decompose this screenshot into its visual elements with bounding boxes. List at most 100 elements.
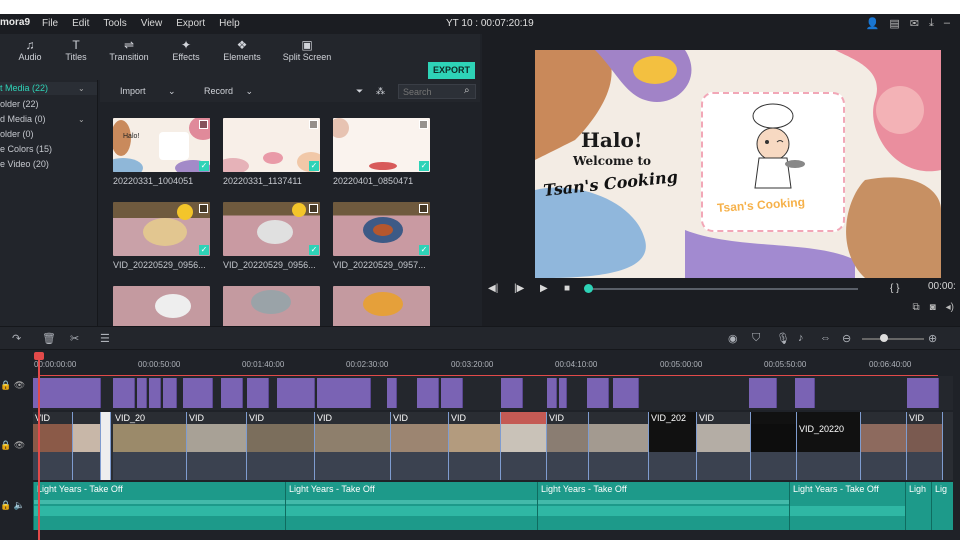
video-clip[interactable] bbox=[861, 412, 907, 480]
media-item[interactable]: ✓ bbox=[113, 202, 210, 256]
lock-icon[interactable]: 🔒 bbox=[0, 380, 11, 390]
video-clip[interactable]: VID bbox=[315, 412, 391, 480]
video-clip[interactable]: VID bbox=[449, 412, 501, 480]
cut-icon[interactable]: ✂ bbox=[70, 332, 79, 345]
effect-clip[interactable] bbox=[417, 378, 439, 408]
menu-view[interactable]: View bbox=[141, 18, 163, 29]
effect-clip[interactable] bbox=[547, 378, 557, 408]
display-settings-icon[interactable]: ⧉ bbox=[912, 302, 919, 313]
preview-scrubber[interactable] bbox=[588, 288, 858, 290]
export-button[interactable]: EXPORT bbox=[428, 62, 475, 79]
effect-clip[interactable] bbox=[221, 378, 243, 408]
chevron-down-icon[interactable]: ⌄ bbox=[78, 82, 85, 95]
effect-clip[interactable] bbox=[559, 378, 567, 408]
lock-icon[interactable]: 🔒 bbox=[0, 440, 11, 450]
audio-clip[interactable]: Ligh bbox=[905, 482, 931, 530]
effect-clip[interactable] bbox=[749, 378, 777, 408]
sidebar-item-sample-video[interactable]: e Video (20) bbox=[0, 158, 49, 171]
download-icon[interactable]: ⤓ bbox=[929, 17, 934, 30]
video-clip[interactable]: VID bbox=[697, 412, 751, 480]
tool-elements[interactable]: ❖ Elements bbox=[222, 38, 262, 62]
effect-clip[interactable] bbox=[277, 378, 315, 408]
eye-icon[interactable]: 👁 bbox=[14, 440, 25, 450]
mark-in-out-icon[interactable]: { } bbox=[890, 283, 899, 294]
effect-clip[interactable] bbox=[795, 378, 815, 408]
redo-icon[interactable]: ↷ bbox=[12, 332, 21, 345]
media-item[interactable] bbox=[333, 286, 430, 326]
video-clip[interactable] bbox=[73, 412, 101, 480]
video-clip[interactable]: VID bbox=[907, 412, 943, 480]
zoom-slider[interactable] bbox=[862, 338, 924, 340]
stop-icon[interactable]: ■ bbox=[564, 283, 570, 294]
snapshot-icon[interactable]: ◙ bbox=[930, 302, 936, 313]
effect-clip[interactable] bbox=[137, 378, 147, 408]
media-item[interactable] bbox=[223, 286, 320, 326]
search-icon[interactable]: ⌕ bbox=[464, 85, 470, 96]
playhead[interactable] bbox=[38, 354, 40, 540]
video-clip[interactable] bbox=[589, 412, 649, 480]
video-clip[interactable]: VID bbox=[547, 412, 589, 480]
effect-clip[interactable] bbox=[501, 378, 523, 408]
video-clip[interactable] bbox=[501, 412, 547, 480]
grid-view-icon[interactable]: ⁂ bbox=[376, 86, 385, 97]
effect-clip[interactable] bbox=[441, 378, 463, 408]
eye-icon[interactable]: 👁 bbox=[14, 380, 25, 390]
tool-audio[interactable]: ♫ Audio bbox=[18, 38, 42, 62]
account-icon[interactable]: 👤 bbox=[866, 17, 880, 30]
lock-icon[interactable]: 🔒 bbox=[0, 500, 11, 510]
effect-clip[interactable] bbox=[163, 378, 177, 408]
effect-clip[interactable] bbox=[613, 378, 639, 408]
audio-clip[interactable]: Light Years - Take Off bbox=[537, 482, 789, 530]
filter-icon[interactable]: ⏷ bbox=[356, 86, 363, 97]
play-icon[interactable]: ▶ bbox=[540, 283, 548, 294]
effect-clip[interactable] bbox=[587, 378, 609, 408]
sidebar-item-folder[interactable]: older (22) bbox=[0, 98, 39, 111]
timeline-ruler[interactable]: 00:00:00:00 00:00:50:00 00:01:40:00 00:0… bbox=[0, 350, 960, 376]
audio-clip[interactable]: Light Years - Take Off bbox=[33, 482, 285, 530]
audio-clip[interactable]: Lig bbox=[931, 482, 953, 530]
media-item[interactable]: ✓ bbox=[333, 202, 430, 256]
delete-icon[interactable]: 🗑 bbox=[42, 332, 56, 345]
audio-clip[interactable]: Light Years - Take Off bbox=[285, 482, 537, 530]
media-item[interactable]: Halo! ✓ bbox=[113, 118, 210, 172]
video-clip[interactable]: VID_20 bbox=[113, 412, 187, 480]
tool-effects[interactable]: ✦ Effects bbox=[170, 38, 202, 62]
effect-clip[interactable] bbox=[33, 378, 101, 408]
video-clip[interactable]: VID_20220 bbox=[797, 412, 861, 480]
playhead-handle[interactable] bbox=[34, 352, 44, 360]
render-icon[interactable]: ◉ bbox=[728, 332, 738, 345]
sidebar-item-sample-colors[interactable]: e Colors (15) bbox=[0, 143, 52, 156]
mail-icon[interactable]: ✉ bbox=[910, 17, 919, 30]
zoom-out-icon[interactable]: ⊖ bbox=[842, 332, 851, 345]
menu-tools[interactable]: Tools bbox=[103, 18, 126, 29]
media-item[interactable]: ✓ bbox=[333, 118, 430, 172]
sidebar-item-shared-media[interactable]: d Media (0) ⌄ bbox=[0, 113, 85, 126]
menu-export[interactable]: Export bbox=[176, 18, 205, 29]
media-item[interactable]: ✓ bbox=[223, 202, 320, 256]
audio-mixer-icon[interactable]: ♪ bbox=[798, 332, 804, 344]
microphone-icon[interactable]: 🎙 bbox=[776, 332, 790, 345]
previous-frame-icon[interactable]: ◀| bbox=[488, 283, 498, 294]
video-clip[interactable] bbox=[751, 412, 797, 480]
purchase-icon[interactable]: ▤ bbox=[889, 17, 899, 30]
zoom-slider-handle[interactable] bbox=[880, 334, 888, 342]
video-clip[interactable]: VID bbox=[391, 412, 449, 480]
media-item[interactable]: ✓ bbox=[223, 118, 320, 172]
tool-split-screen[interactable]: ▣ Split Screen bbox=[282, 38, 332, 62]
sidebar-item-project-media[interactable]: t Media (22) ⌄ bbox=[0, 82, 97, 95]
menu-help[interactable]: Help bbox=[219, 18, 240, 29]
video-clip[interactable]: VID bbox=[247, 412, 315, 480]
speaker-icon[interactable]: 🔈 bbox=[14, 500, 25, 510]
effect-clip[interactable] bbox=[149, 378, 161, 408]
effect-clip[interactable] bbox=[183, 378, 213, 408]
media-item[interactable] bbox=[113, 286, 210, 326]
import-button[interactable]: Import ⌄ bbox=[120, 86, 176, 97]
minimize-icon[interactable]: – bbox=[944, 17, 950, 30]
sidebar-item-shared-folder[interactable]: older (0) bbox=[0, 128, 34, 141]
effect-clip[interactable] bbox=[317, 378, 371, 408]
volume-icon[interactable]: ◂) bbox=[946, 302, 954, 313]
tool-titles[interactable]: T Titles bbox=[63, 38, 89, 62]
effect-clip[interactable] bbox=[387, 378, 397, 408]
marker-icon[interactable]: ⛉ bbox=[752, 332, 760, 345]
record-button[interactable]: Record ⌄ bbox=[204, 86, 253, 97]
